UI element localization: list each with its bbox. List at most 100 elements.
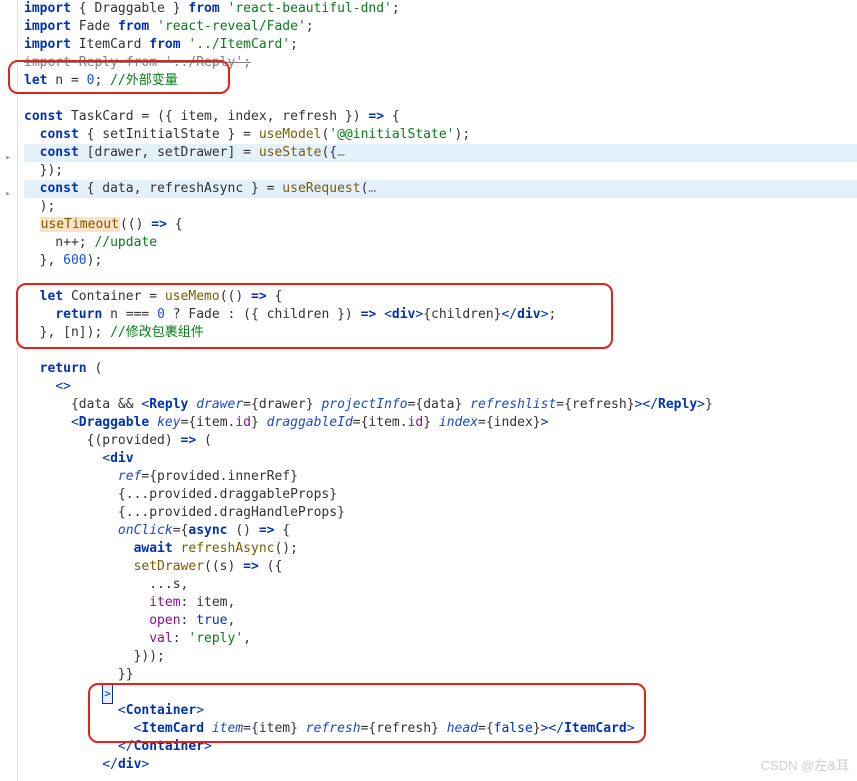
code-line[interactable]: }} [24, 666, 857, 684]
code-token: (() [120, 217, 151, 232]
code-line[interactable]: </div> [24, 756, 857, 774]
code-line[interactable]: return n === 0 ? Fade : ({ children }) =… [24, 306, 857, 324]
code-token: useTimeout [40, 217, 120, 232]
code-line[interactable]: const TaskCard = ({ item, index, refresh… [24, 108, 857, 126]
code-token: , [243, 631, 251, 646]
code-line[interactable]: ref={provided.innerRef} [24, 468, 857, 486]
code-token [24, 686, 102, 701]
code-line[interactable] [24, 342, 857, 360]
code-token: <> [55, 379, 71, 394]
code-token: ({ [321, 145, 337, 160]
code-line[interactable]: let n = 0; //外部变量 [24, 72, 857, 90]
code-line[interactable]: n++; //update [24, 234, 857, 252]
code-line[interactable]: {...provided.dragHandleProps} [24, 504, 857, 522]
code-token: useModel [259, 127, 322, 142]
code-line[interactable]: > [24, 684, 857, 702]
code-token [24, 451, 102, 466]
code-token [24, 379, 55, 394]
code-token: => [361, 307, 377, 322]
code-line[interactable]: })); [24, 648, 857, 666]
code-token: drawer [196, 397, 243, 412]
code-line[interactable]: </Container> [24, 738, 857, 756]
code-token: } [533, 721, 541, 736]
code-line[interactable]: open: true, [24, 612, 857, 630]
code-token: item [149, 595, 180, 610]
code-line[interactable]: {(provided) => ( [24, 432, 857, 450]
code-token: projectInfo [321, 397, 407, 412]
code-line[interactable]: await refreshAsync(); [24, 540, 857, 558]
code-token [376, 307, 384, 322]
code-line[interactable]: const { data, refreshAsync } = useReques… [24, 180, 857, 198]
code-token: } [705, 397, 713, 412]
fold-icon[interactable]: ▸ [3, 185, 13, 195]
code-editor[interactable]: import { Draggable } from 'react-beautif… [18, 0, 857, 774]
code-token: } [251, 415, 267, 430]
code-token: ={item} [243, 721, 306, 736]
code-line[interactable]: <div [24, 450, 857, 468]
code-line[interactable]: }, [n]); //修改包裹组件 [24, 324, 857, 342]
fold-icon[interactable]: ▸ [3, 149, 13, 159]
code-line[interactable] [24, 90, 857, 108]
code-line[interactable]: val: 'reply', [24, 630, 857, 648]
code-token: useRequest [282, 181, 360, 196]
code-line[interactable]: }, 600); [24, 252, 857, 270]
code-line[interactable]: item: item, [24, 594, 857, 612]
code-token: {children} [423, 307, 501, 322]
code-line[interactable]: import { Draggable } from 'react-beautif… [24, 0, 857, 18]
code-line[interactable]: return ( [24, 360, 857, 378]
code-line[interactable]: {data && <Reply drawer={drawer} projectI… [24, 396, 857, 414]
code-token: { [274, 523, 290, 538]
code-token: ItemCard [141, 721, 204, 736]
code-line[interactable]: setDrawer((s) => ({ [24, 558, 857, 576]
code-line[interactable]: ...s, [24, 576, 857, 594]
code-token: ? Fade : ({ children }) [165, 307, 361, 322]
code-line[interactable]: <Draggable key={item.id} draggableId={it… [24, 414, 857, 432]
code-token: useMemo [165, 289, 220, 304]
code-line[interactable]: {...provided.draggableProps} [24, 486, 857, 504]
code-line[interactable]: const [drawer, setDrawer] = useState({… [24, 144, 857, 162]
code-token: ={item. [181, 415, 236, 430]
code-token: > [196, 703, 204, 718]
code-token: Draggable [79, 415, 149, 430]
code-token: head [447, 721, 478, 736]
code-token [24, 469, 118, 484]
code-line[interactable]: <Container> [24, 702, 857, 720]
code-token: (); [274, 541, 297, 556]
code-token: const [24, 109, 63, 124]
code-token: > [541, 415, 549, 430]
code-token: ={refresh} [361, 721, 447, 736]
code-token: ItemCard [564, 721, 627, 736]
code-line[interactable]: const { setInitialState } = useModel('@@… [24, 126, 857, 144]
code-line[interactable]: let Container = useMemo(() => { [24, 288, 857, 306]
editor-gutter: ▸ ▸ [0, 0, 18, 781]
code-line[interactable]: import ItemCard from '../ItemCard'; [24, 36, 857, 54]
code-token: ); [87, 253, 103, 268]
code-token: id [235, 415, 251, 430]
code-token: { [384, 109, 400, 124]
code-line[interactable]: onClick={async () => { [24, 522, 857, 540]
code-token: ; [290, 37, 298, 52]
code-token: ={drawer} [243, 397, 321, 412]
code-line[interactable]: import Reply from '../Reply'; [24, 54, 857, 72]
code-token: => [259, 523, 275, 538]
code-line[interactable] [24, 270, 857, 288]
code-token: })); [24, 649, 165, 664]
code-token: ref [118, 469, 141, 484]
code-token: import Reply from '../Reply'; [24, 55, 251, 70]
code-token: refreshAsync [181, 541, 275, 556]
code-line[interactable]: ); [24, 198, 857, 216]
code-token: { data, refreshAsync } = [79, 181, 283, 196]
code-token: Container = [63, 289, 165, 304]
code-line[interactable]: import Fade from 'react-reveal/Fade'; [24, 18, 857, 36]
code-line[interactable]: }); [24, 162, 857, 180]
code-token: 600 [63, 253, 86, 268]
code-line[interactable]: <ItemCard item={item} refresh={refresh} … [24, 720, 857, 738]
code-token: div [517, 307, 540, 322]
code-line[interactable]: useTimeout(() => { [24, 216, 857, 234]
code-token [24, 217, 40, 232]
code-token [24, 289, 40, 304]
code-line[interactable]: <> [24, 378, 857, 396]
code-token: Reply [658, 397, 697, 412]
code-token: => [181, 433, 197, 448]
code-token: ); [24, 199, 55, 214]
